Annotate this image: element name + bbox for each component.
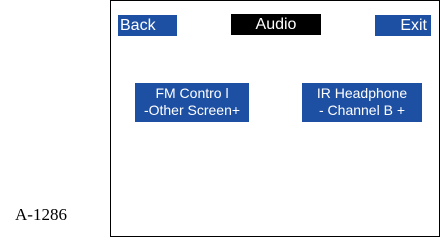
- touch-screen: Back Audio Exit FM Contro l -Other Scree…: [110, 0, 440, 237]
- ir-headphone-button[interactable]: IR Headphone - Channel B +: [302, 83, 422, 122]
- figure-label: A-1286: [15, 205, 67, 224]
- ir-headphone-label: IR Headphone: [316, 85, 408, 101]
- back-button[interactable]: Back: [118, 15, 177, 36]
- fm-control-subtitle: -Other Screen+: [143, 102, 241, 118]
- screen-title: Audio: [231, 14, 321, 35]
- exit-button[interactable]: Exit: [375, 15, 431, 36]
- fm-control-button[interactable]: FM Contro l -Other Screen+: [135, 83, 249, 122]
- ir-headphone-channel: - Channel B +: [319, 102, 405, 118]
- fm-control-label: FM Contro l: [155, 85, 229, 101]
